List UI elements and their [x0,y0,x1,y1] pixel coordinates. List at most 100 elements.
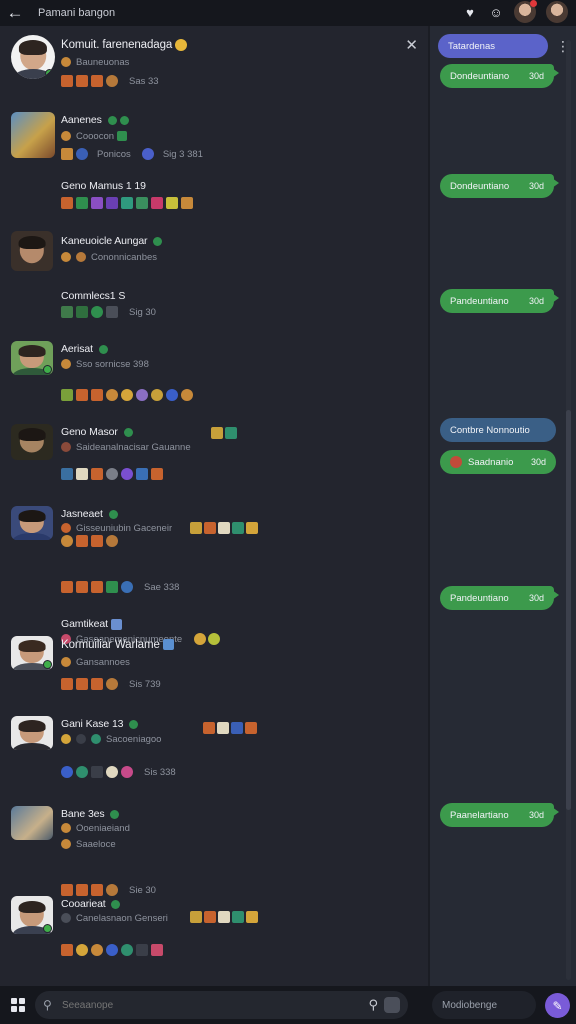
avatar [11,424,53,460]
list-item[interactable]: Geno Masor Saideanalnacisar Gauanne [0,424,428,494]
smiley-icon[interactable]: ☺ [488,5,504,20]
avatar [11,341,53,375]
message-text: Paanelartiano [450,809,509,821]
chip-row: Sig 30 [61,306,156,318]
online-status-icon [43,660,52,669]
scrollbar-thumb[interactable] [566,410,571,810]
message-text: Dondeuntiano [450,180,510,192]
message-meta: Sis 338 [144,766,176,778]
message-time: 30d [528,181,544,191]
conversation-name: Gamtikeat [61,618,108,630]
bottom-bar: ⚲ ⚲ Modiobenge ✎ [0,986,576,1024]
message-bubble[interactable]: Dondeuntiano 30d [440,174,559,198]
online-status-icon [43,924,52,933]
emoji-icon [211,427,237,439]
list-item[interactable]: Kormuiliar Warlame Gansannoes Sis 739 [0,636,428,706]
list-item[interactable]: Aerisat Sso sornicse 398 [0,341,428,411]
tab-label: Tatardenas [448,40,496,52]
list-item[interactable]: Komuit. farenenadaga Bauneuonas Sas 33 [0,26,428,96]
conversation-preview: Canelasnaon Genseri [76,913,168,924]
avatar [11,506,53,540]
conversation-preview: Ooeniaeiand [76,823,130,834]
message-text: Dondeuntiano [450,70,510,82]
message-text: Saadnanio [468,456,514,468]
emoji-icon [175,39,188,51]
chip-row: Ponicos Sig 3 381 [61,148,203,160]
more-options-icon[interactable]: ⋮ [556,38,570,55]
message-input[interactable]: Modiobenge [432,991,536,1019]
reaction-icon [450,456,462,468]
message-bubble[interactable]: Saadnanio 30d [440,450,556,474]
list-item[interactable]: Commlecs1 S Sig 30 [0,288,428,344]
emoji-icon [190,911,258,923]
chat-subtitle: Bauneuonas [76,57,130,68]
list-item[interactable]: Kaneuoicle Aungar Cononnicanbes [0,231,428,287]
message-meta: Sae 338 [144,581,180,593]
avatar [11,231,53,271]
message-thread-panel [430,26,576,986]
message-bubble[interactable]: Pandeuntiano 30d [440,289,559,313]
chip-row [61,389,193,401]
avatar [11,112,55,158]
message-text: Pandeuntiano [450,592,509,604]
conversation-preview: Cononnicanbes [91,252,158,263]
compose-icon[interactable]: ✎ [545,993,570,1018]
chip-row [61,944,163,956]
apps-grid-icon[interactable] [11,998,25,1012]
message-bubble[interactable]: Dondeuntiano 30d [440,64,559,88]
conversation-name: Kaneuoicle Aungar [61,235,148,247]
avatar[interactable] [546,1,568,23]
online-status-icon [45,69,54,78]
list-item[interactable]: Gani Kase 13 Sacoeniagoo Sis 338 [0,716,428,786]
conversation-name: Bane 3es [61,808,105,820]
message-bubble[interactable]: Paanelartiano 30d [440,803,559,827]
list-item[interactable]: Aanenes Cooocon Ponicos Sig 3 381 [0,106,428,176]
conversation-list-panel: ✕ Komuit. farenenadaga Bauneuonas Sas 33… [0,26,428,986]
chip-row: Sis 739 [61,678,161,690]
message-time: 30d [528,71,544,81]
conversation-name: Kormuiliar Warlame [61,639,160,651]
avatar[interactable] [514,0,537,23]
heart-icon[interactable]: ♥ [462,5,478,20]
avatar [11,896,53,934]
conversation-preview: Sso sornicse 398 [76,359,149,370]
window-title: Pamani bangon [38,7,116,19]
conversation-preview: Gansannoes [76,657,130,668]
conversation-name: Aerisat [61,343,93,355]
conversation-name: Geno Masor [61,426,118,438]
tab-thread[interactable]: Tatardenas [438,34,548,58]
conversation-name: Cooarieat [61,898,106,910]
search-input[interactable] [62,999,342,1011]
chat-title: Komuit. farenenadaga [61,39,173,52]
list-item[interactable]: Cooarieat Canelasnaon Genseri [0,896,428,986]
message-meta: Sas 33 [129,75,159,87]
search-bar: ⚲ ⚲ [35,991,408,1019]
emoji-icon [190,522,258,534]
message-input-placeholder: Modiobenge [442,999,498,1011]
conversation-name: Commlecs1 S [61,290,126,302]
message-text: Contbre Nonnoutio [450,424,530,436]
avatar [11,636,53,670]
search-icon: ⚲ [43,998,52,1012]
chip-row: Sae 338 [61,581,179,593]
list-item[interactable]: Bane 3es Ooeniaeiand Saaeloce Sie 30 [0,806,428,896]
conversation-preview: Saaeloce [76,839,116,850]
chip-row: Sas 33 [61,75,159,87]
search-icon[interactable]: ⚲ [368,997,378,1013]
message-meta: Sie 30 [129,884,156,896]
list-item[interactable]: Geno Mamus 1 19 [0,176,428,232]
chip-row: Sie 30 [61,884,156,896]
message-bubble[interactable]: Contbre Nonnoutio [440,418,556,442]
message-meta: Sis 739 [129,678,161,690]
avatar [11,806,53,840]
filter-icon[interactable] [384,997,400,1013]
conversation-preview: Gisseuniubin Gaceneir [76,523,173,534]
message-bubble[interactable]: Pandeuntiano 30d [440,586,559,610]
conversation-preview: Sacoeniagoo [106,734,162,745]
conversation-name: Gani Kase 13 [61,718,124,730]
list-item[interactable]: Jasneaet Gisseuniubin Gaceneir Sae 338 [0,506,428,593]
arrow-left-icon[interactable]: ← [0,3,30,23]
chip-row: Sis 338 [61,766,176,778]
message-meta: Sig 3 381 [162,148,203,160]
message-time: 30d [528,593,544,603]
